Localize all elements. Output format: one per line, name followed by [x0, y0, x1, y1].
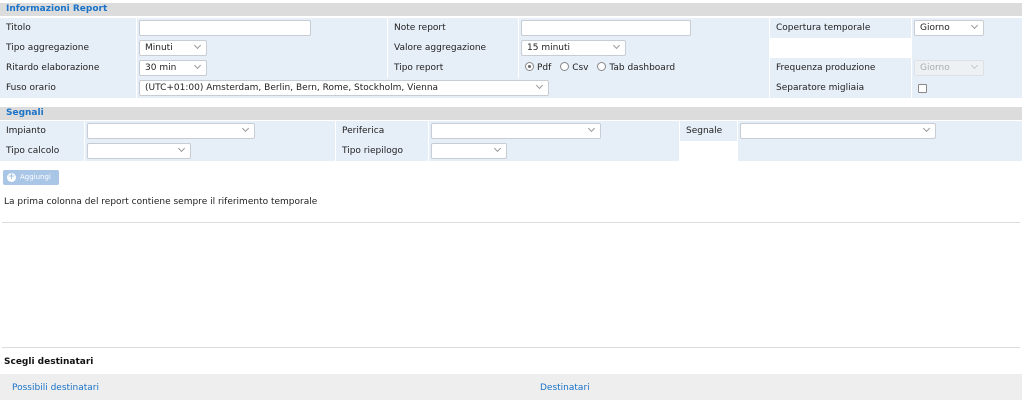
tipo-aggregazione-select[interactable]: Minuti	[139, 40, 207, 56]
radio-unchecked-icon	[597, 62, 607, 71]
tipo-riepilogo-select[interactable]	[431, 143, 507, 159]
titolo-label: Titolo	[0, 18, 136, 38]
tipo-report-radio-group: Pdf Csv Tab dashboard	[525, 58, 681, 78]
chevron-down-icon	[193, 61, 202, 70]
copertura-cell: Giorno	[912, 18, 1022, 38]
chevron-down-icon	[177, 144, 186, 153]
titolo-input[interactable]	[139, 20, 311, 36]
ritardo-value: 30 min	[145, 63, 177, 73]
fuso-cell: (UTC+01:00) Amsterdam, Berlin, Bern, Rom…	[137, 78, 769, 98]
radio-csv-label: Csv	[572, 63, 589, 73]
chevron-down-icon	[587, 124, 596, 133]
ritardo-label: Ritardo elaborazione	[0, 58, 136, 78]
copertura-value: Giorno	[920, 23, 950, 33]
fuso-label: Fuso orario	[0, 78, 136, 98]
radio-csv[interactable]: Csv	[560, 62, 589, 73]
report-info-header: Informazioni Report	[0, 3, 1022, 16]
empty-cell	[912, 38, 1022, 58]
recipients-title: Scegli destinatari	[4, 357, 94, 367]
periferica-label: Periferica	[336, 121, 428, 141]
note-label: Note report	[388, 18, 518, 38]
radio-tab-dashboard-label: Tab dashboard	[609, 63, 676, 73]
impianto-label: Impianto	[0, 121, 84, 141]
tipo-report-label: Tipo report	[388, 58, 518, 78]
radio-tab-dashboard[interactable]: Tab dashboard	[597, 62, 676, 73]
add-signal-button[interactable]: + Aggiungi	[3, 170, 59, 185]
separatore-label: Separatore migliaia	[770, 78, 911, 98]
chevron-down-icon	[241, 124, 250, 133]
selected-recipients-label: Destinatari	[540, 383, 590, 393]
frequenza-select: Giorno	[914, 60, 984, 76]
segnale-cell	[738, 121, 1022, 141]
ritardo-cell: 30 min	[137, 58, 387, 78]
tipo-report-cell: Pdf Csv Tab dashboard	[519, 58, 769, 78]
chevron-down-icon	[612, 41, 621, 50]
valore-aggregazione-select[interactable]: 15 minuti	[521, 40, 626, 56]
empty-cell	[680, 141, 737, 161]
valore-aggregazione-value: 15 minuti	[527, 43, 571, 53]
chevron-down-icon	[535, 81, 544, 90]
separatore-checkbox[interactable]	[918, 84, 927, 93]
ritardo-select[interactable]: 30 min	[139, 60, 207, 76]
tipo-aggregazione-label: Tipo aggregazione	[0, 38, 136, 58]
row-segnali-1: Impianto Periferica Segnale	[0, 121, 1022, 141]
valore-aggregazione-label: Valore aggregazione	[388, 38, 518, 58]
tipo-calcolo-select[interactable]	[87, 143, 191, 159]
radio-pdf-label: Pdf	[537, 63, 552, 73]
fuso-select[interactable]: (UTC+01:00) Amsterdam, Berlin, Bern, Rom…	[139, 80, 549, 96]
note-cell	[519, 18, 769, 38]
titolo-cell	[137, 18, 387, 38]
periferica-cell	[429, 121, 679, 141]
tipo-riepilogo-cell	[429, 141, 679, 161]
fuso-value: (UTC+01:00) Amsterdam, Berlin, Bern, Rom…	[145, 83, 439, 93]
chevron-down-icon	[970, 61, 979, 70]
chevron-down-icon	[493, 144, 502, 153]
row-fuso: Fuso orario (UTC+01:00) Amsterdam, Berli…	[0, 78, 1022, 98]
chevron-down-icon	[922, 124, 931, 133]
radio-checked-icon	[525, 62, 534, 71]
row-titolo: Titolo Note report Copertura temporale G…	[0, 18, 1022, 38]
tipo-aggregazione-cell: Minuti	[137, 38, 387, 58]
recipients-header-bar: Possibili destinatari Destinatari	[0, 374, 1022, 400]
empty-cell	[738, 141, 1022, 161]
copertura-select[interactable]: Giorno	[914, 20, 984, 36]
tipo-riepilogo-label: Tipo riepilogo	[336, 141, 428, 161]
chevron-down-icon	[970, 21, 979, 30]
periferica-select[interactable]	[431, 123, 601, 139]
impianto-cell	[85, 121, 335, 141]
row-segnali-2: Tipo calcolo Tipo riepilogo	[0, 141, 1022, 161]
tipo-aggregazione-value: Minuti	[145, 43, 173, 53]
note-input[interactable]	[521, 20, 691, 36]
tipo-calcolo-cell	[85, 141, 335, 161]
signals-list-area	[2, 222, 1020, 348]
radio-pdf[interactable]: Pdf	[525, 62, 552, 73]
segnale-select[interactable]	[740, 123, 936, 139]
add-button-label: Aggiungi	[20, 173, 51, 181]
impianto-select[interactable]	[87, 123, 255, 139]
tipo-calcolo-label: Tipo calcolo	[0, 141, 84, 161]
radio-unchecked-icon	[560, 62, 570, 71]
frequenza-value: Giorno	[920, 63, 950, 73]
copertura-label: Copertura temporale	[770, 18, 911, 38]
segnale-label: Segnale	[680, 121, 737, 141]
valore-aggregazione-cell: 15 minuti	[519, 38, 769, 58]
row-aggregazione: Tipo aggregazione Minuti Valore aggregaz…	[0, 38, 1022, 58]
plus-icon: +	[7, 172, 16, 182]
empty-cell	[770, 38, 911, 58]
time-reference-note: La prima colonna del report contiene sem…	[4, 197, 318, 207]
frequenza-label: Frequenza produzione	[770, 58, 911, 78]
row-ritardo: Ritardo elaborazione 30 min Tipo report …	[0, 58, 1022, 78]
chevron-down-icon	[193, 41, 202, 50]
possible-recipients-label: Possibili destinatari	[12, 383, 99, 393]
segnali-header: Segnali	[0, 107, 1022, 120]
frequenza-cell: Giorno	[912, 58, 1022, 78]
separatore-cell	[912, 78, 1022, 98]
